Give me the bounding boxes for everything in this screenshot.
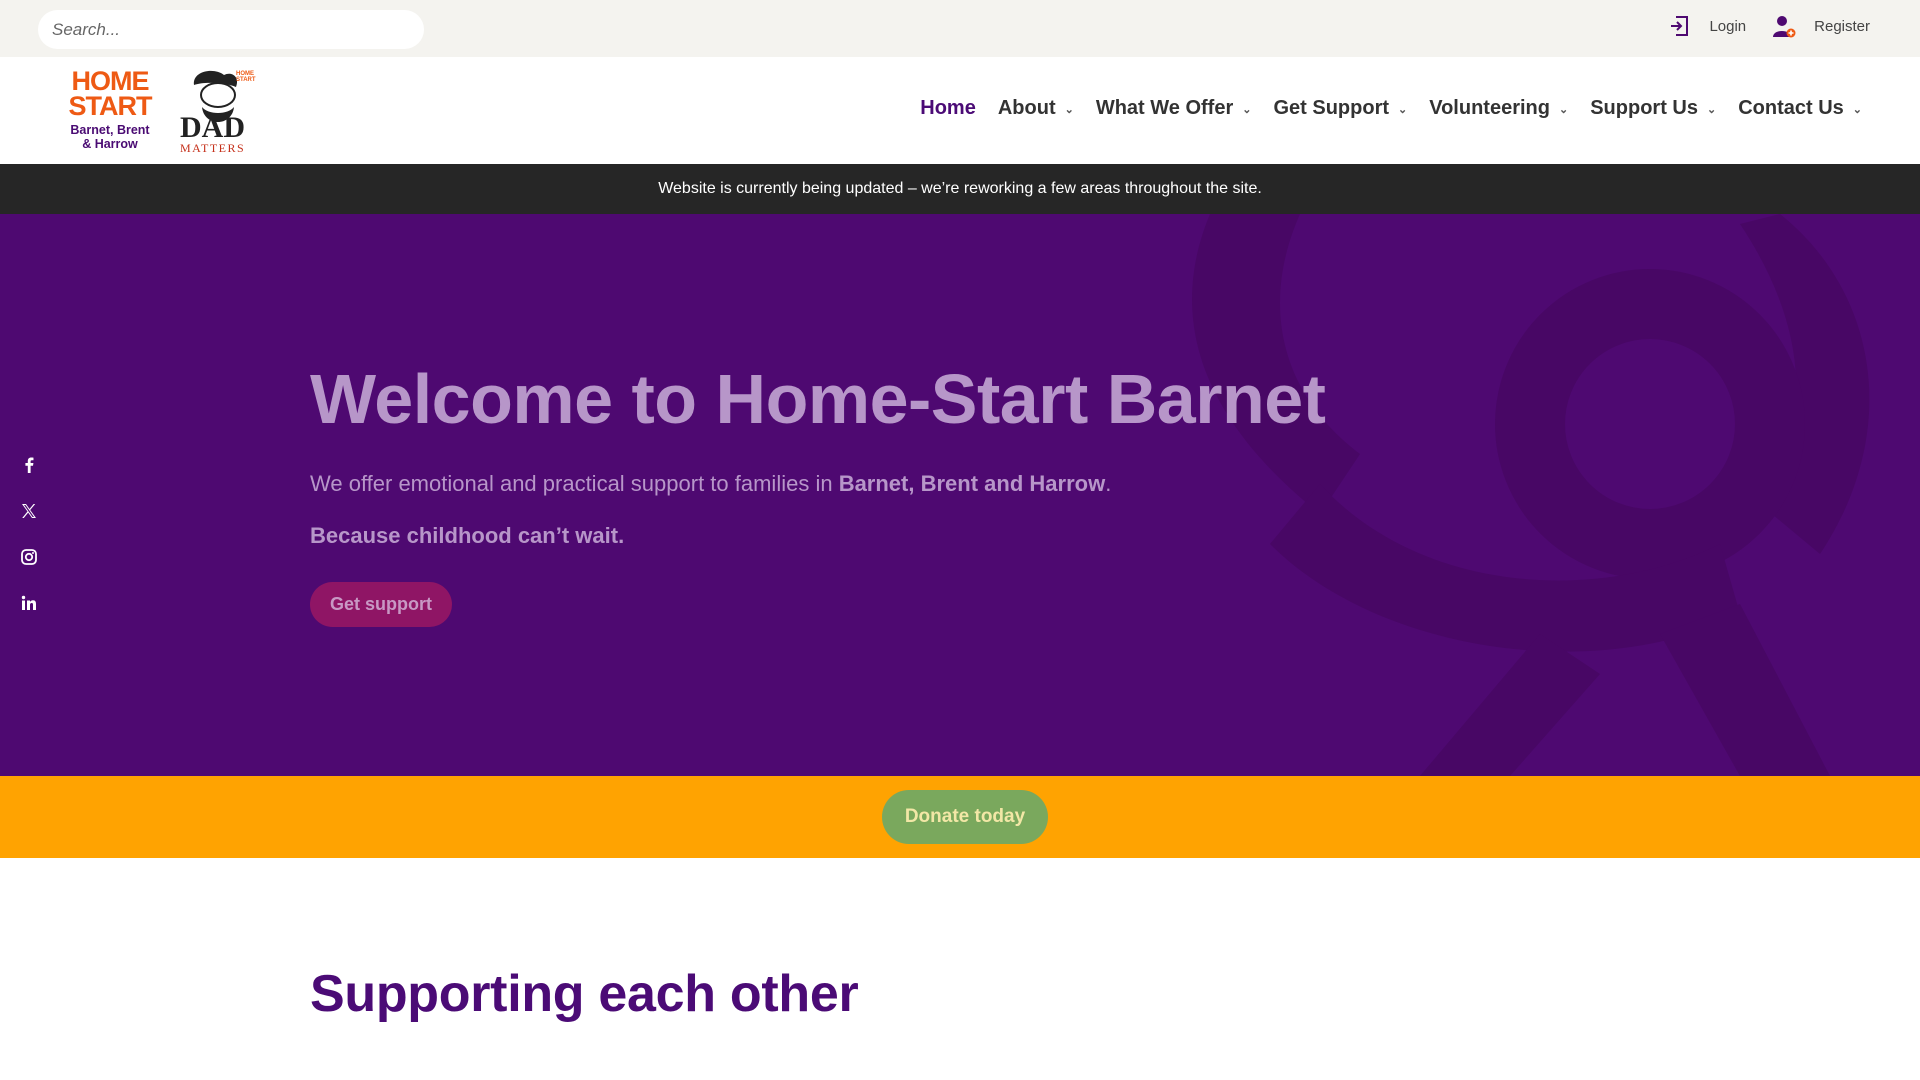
home-start-logo[interactable]: HOME START Barnet, Brent & Harrow: [68, 68, 153, 152]
utility-bar: Login Register: [0, 0, 1920, 57]
nav-label: Contact Us: [1738, 97, 1844, 119]
get-support-button[interactable]: Get support: [310, 582, 452, 627]
nav-item-home[interactable]: Home: [920, 97, 976, 120]
nav-item-get-support[interactable]: Get Support ⌄: [1273, 97, 1407, 120]
nav-item-what-we-offer[interactable]: What We Offer ⌄: [1096, 97, 1252, 120]
nav-label: What We Offer: [1095, 97, 1234, 119]
dad-badge-text-2: START: [236, 77, 256, 83]
chevron-down-icon: ⌄: [1064, 104, 1074, 116]
matters-text: MATTERS: [180, 141, 245, 155]
search-input[interactable]: [52, 19, 424, 40]
hero-title: Welcome to Home-Start Barnet: [310, 360, 1326, 438]
hero-subtitle-areas: Barnet, Brent and Harrow: [838, 471, 1106, 496]
nav-item-about[interactable]: About ⌄: [998, 97, 1074, 120]
social-sidebar: [16, 452, 42, 636]
site-header: HOME START Barnet, Brent & Harrow DAD MA…: [0, 57, 1920, 164]
search-box[interactable]: [38, 10, 424, 49]
nav-label: About: [997, 97, 1056, 119]
chevron-down-icon: ⌄: [1398, 104, 1408, 116]
chevron-down-icon: ⌄: [1558, 104, 1569, 116]
dad-matters-graphic: DAD MATTERS HOME START: [180, 70, 256, 155]
nav-label: Support Us: [1590, 97, 1698, 119]
dad-text: DAD: [180, 111, 245, 144]
chevron-down-icon: ⌄: [1242, 104, 1252, 116]
chevron-down-icon: ⌄: [1852, 104, 1862, 116]
linkedin-icon[interactable]: [16, 590, 42, 616]
x-twitter-icon[interactable]: [16, 498, 42, 524]
nav-item-contact-us[interactable]: Contact Us ⌄: [1738, 97, 1862, 120]
notice-text: Website is currently being updated – we’…: [658, 180, 1262, 197]
hero-section: Welcome to Home-Start Barnet We offer em…: [0, 214, 1920, 776]
nav-label: Home: [920, 97, 976, 119]
chevron-down-icon: ⌄: [1706, 104, 1717, 116]
logo-area-line2: & Harrow: [82, 137, 138, 151]
donate-band: Donate today: [0, 776, 1920, 858]
facebook-icon[interactable]: [16, 452, 42, 478]
nav-item-volunteering[interactable]: Volunteering ⌄: [1429, 97, 1568, 120]
register-label[interactable]: Register: [1814, 18, 1870, 35]
hero-subtitle: We offer emotional and practical support…: [310, 471, 1111, 497]
login-label[interactable]: Login: [1709, 18, 1746, 35]
account-links: Login Register: [1641, 14, 1870, 38]
login-icon: [1671, 16, 1689, 36]
section-title: Supporting each other: [310, 965, 859, 1023]
hero-subtitle-prefix: We offer emotional and practical support…: [310, 471, 839, 496]
donate-today-button[interactable]: Donate today: [882, 790, 1048, 844]
hero-tagline: Because childhood can’t wait.: [310, 523, 625, 548]
dad-matters-logo[interactable]: DAD MATTERS HOME START: [178, 67, 262, 155]
nav-item-support-us[interactable]: Support Us ⌄: [1590, 97, 1716, 120]
hero-subtitle-suffix: .: [1105, 471, 1112, 496]
hero-background-logo-graphic: [1192, 214, 1870, 776]
logo-area-line1: Barnet, Brent: [70, 123, 150, 137]
nav-label: Volunteering: [1429, 97, 1550, 119]
register-link[interactable]: Register: [1772, 14, 1870, 38]
user-add-icon: [1773, 16, 1796, 38]
notice-bar: Website is currently being updated – we’…: [0, 164, 1920, 214]
logo-line-start: START: [68, 91, 153, 121]
nav-label: Get Support: [1273, 97, 1390, 119]
login-link[interactable]: Login: [1667, 14, 1746, 38]
logo-line-area: Barnet, Brent & Harrow: [68, 123, 152, 151]
main-nav: Home About ⌄ What We Offer ⌄ Get Support ⌄ …: [898, 97, 1862, 120]
instagram-icon[interactable]: [16, 544, 42, 570]
